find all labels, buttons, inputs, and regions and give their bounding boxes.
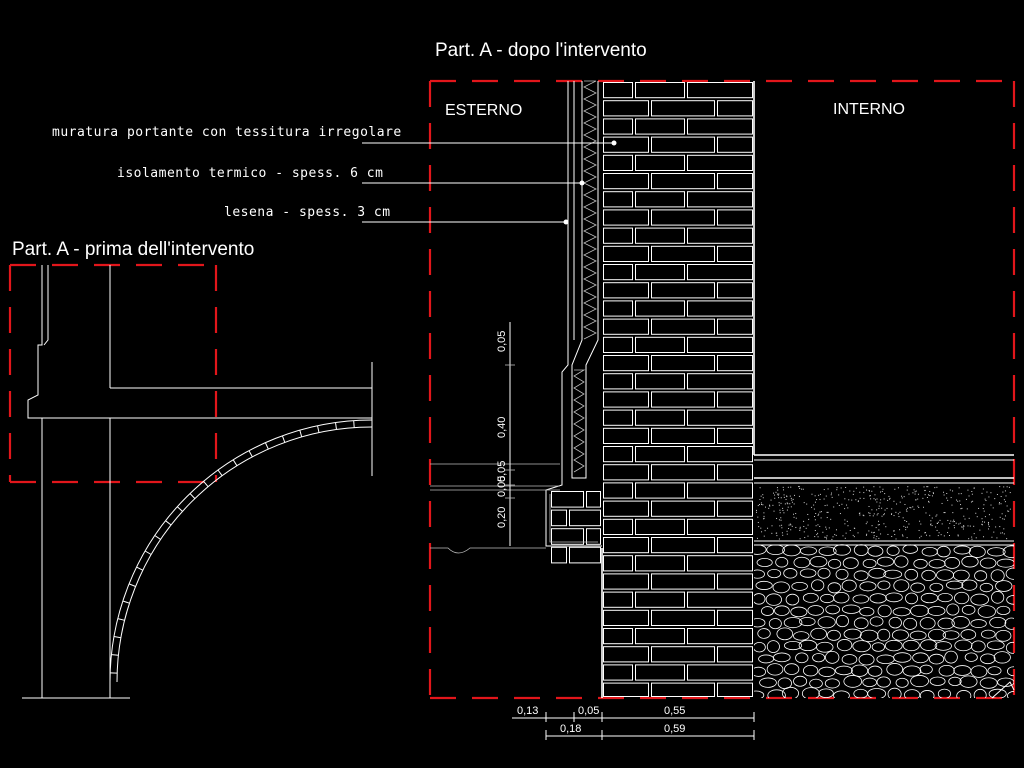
zone-label-inside: INTERNO <box>833 101 905 118</box>
zone-label-outside: ESTERNO <box>445 102 522 119</box>
vdim-4: 0,05 <box>496 476 508 497</box>
title-after: Part. A - dopo l'intervento <box>435 40 647 61</box>
pilaster-lesena <box>545 81 602 547</box>
masonry-footing <box>551 491 601 564</box>
bottom-dimension-row-1: 0,13 0,05 0,55 <box>512 705 755 722</box>
hdim-2: 0,05 <box>578 705 599 717</box>
ground-line <box>430 463 560 554</box>
brick-masonry <box>603 82 753 697</box>
hdim-4: 0,18 <box>560 723 581 735</box>
section-boundary-before <box>8 263 218 484</box>
thermal-insulation <box>571 80 599 479</box>
cad-drawing: Part. A - dopo l'intervento Part. A - pr… <box>8 40 1016 740</box>
bottom-dimension-row-2: 0,18 0,59 <box>545 723 755 740</box>
hdim-5: 0,59 <box>664 723 685 735</box>
vertical-dimension-chain: 0,05 0,40 0,05 0,05 0,20 <box>496 322 515 546</box>
leader-label-masonry: muratura portante con tessitura irregola… <box>52 125 402 140</box>
hdim-1: 0,13 <box>517 705 538 717</box>
vdim-2: 0,40 <box>496 417 508 438</box>
leader-label-insulation: isolamento termico - spess. 6 cm <box>117 166 383 181</box>
leader-pilaster: lesena - spess. 3 cm <box>224 205 569 225</box>
title-before: Part. A - prima dell'intervento <box>12 239 254 260</box>
leader-masonry: muratura portante con tessitura irregola… <box>52 125 617 146</box>
leader-label-pilaster: lesena - spess. 3 cm <box>224 205 391 220</box>
floor-slab <box>754 454 1014 546</box>
gravel-fill <box>754 544 1014 698</box>
vdim-5: 0,20 <box>496 507 508 528</box>
sand-fill <box>756 486 1011 540</box>
leader-insulation: isolamento termico - spess. 6 cm <box>117 166 585 186</box>
vdim-1: 0,05 <box>496 331 508 352</box>
hdim-3: 0,55 <box>664 705 685 717</box>
